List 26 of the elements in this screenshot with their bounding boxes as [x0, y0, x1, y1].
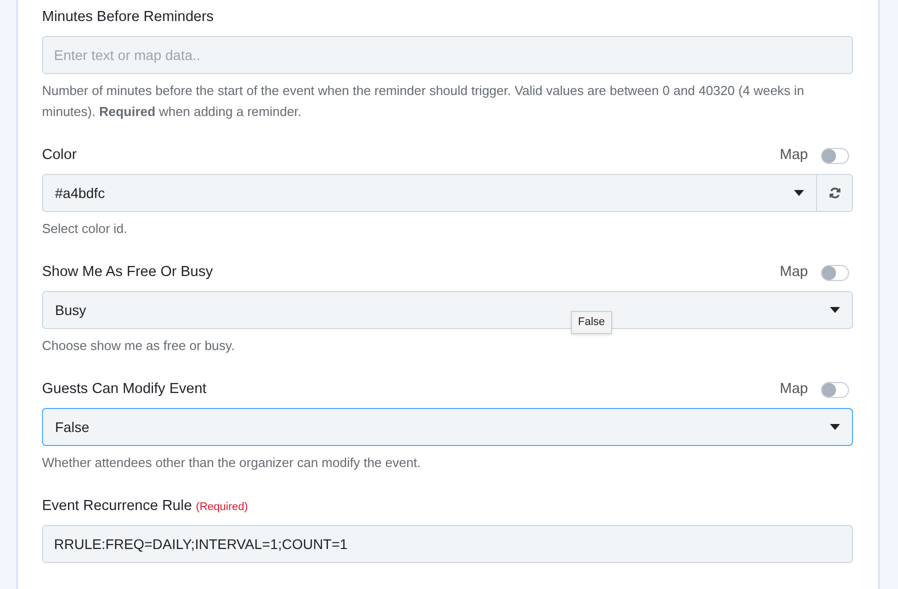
- map-label: Map: [780, 146, 808, 166]
- tooltip: False: [571, 311, 612, 334]
- field-label: Minutes Before Reminders: [42, 8, 214, 28]
- map-toggle[interactable]: [821, 148, 849, 164]
- help-text: Number of minutes before the start of the event when the reminder should trigger. Valid values are between 0 and 40320 (4 weeks in minutes). Required when adding a reminder.: [42, 82, 806, 121]
- field-label: Event Recurrence Rule: [42, 497, 192, 516]
- select-field[interactable]: False: [42, 408, 853, 446]
- field-label: Guests Can Modify Event: [42, 380, 206, 400]
- text-field[interactable]: RRULE:FREQ=DAILY;INTERVAL=1;COUNT=1: [42, 525, 853, 563]
- map-toggle[interactable]: [821, 265, 849, 281]
- refresh-button[interactable]: [817, 174, 853, 212]
- map-toggle[interactable]: [821, 382, 849, 398]
- field-label: Color: [42, 146, 77, 166]
- help-text: Select color id.: [42, 220, 128, 238]
- help-text: Choose show me as free or busy.: [42, 337, 236, 355]
- select-field[interactable]: #a4bdfc: [42, 174, 817, 212]
- refresh-icon: [828, 187, 840, 199]
- map-label: Map: [780, 380, 808, 400]
- caret-icon: [830, 424, 840, 430]
- text-field[interactable]: Enter text or map data..: [42, 36, 853, 74]
- required-note: (Required): [196, 500, 248, 516]
- field-label: Show Me As Free Or Busy: [42, 263, 213, 282]
- map-label: Map: [780, 263, 808, 282]
- help-text: Whether attendees other than the organizer can modify the event.: [42, 454, 422, 472]
- caret-icon: [830, 307, 840, 313]
- caret-icon: [794, 190, 804, 196]
